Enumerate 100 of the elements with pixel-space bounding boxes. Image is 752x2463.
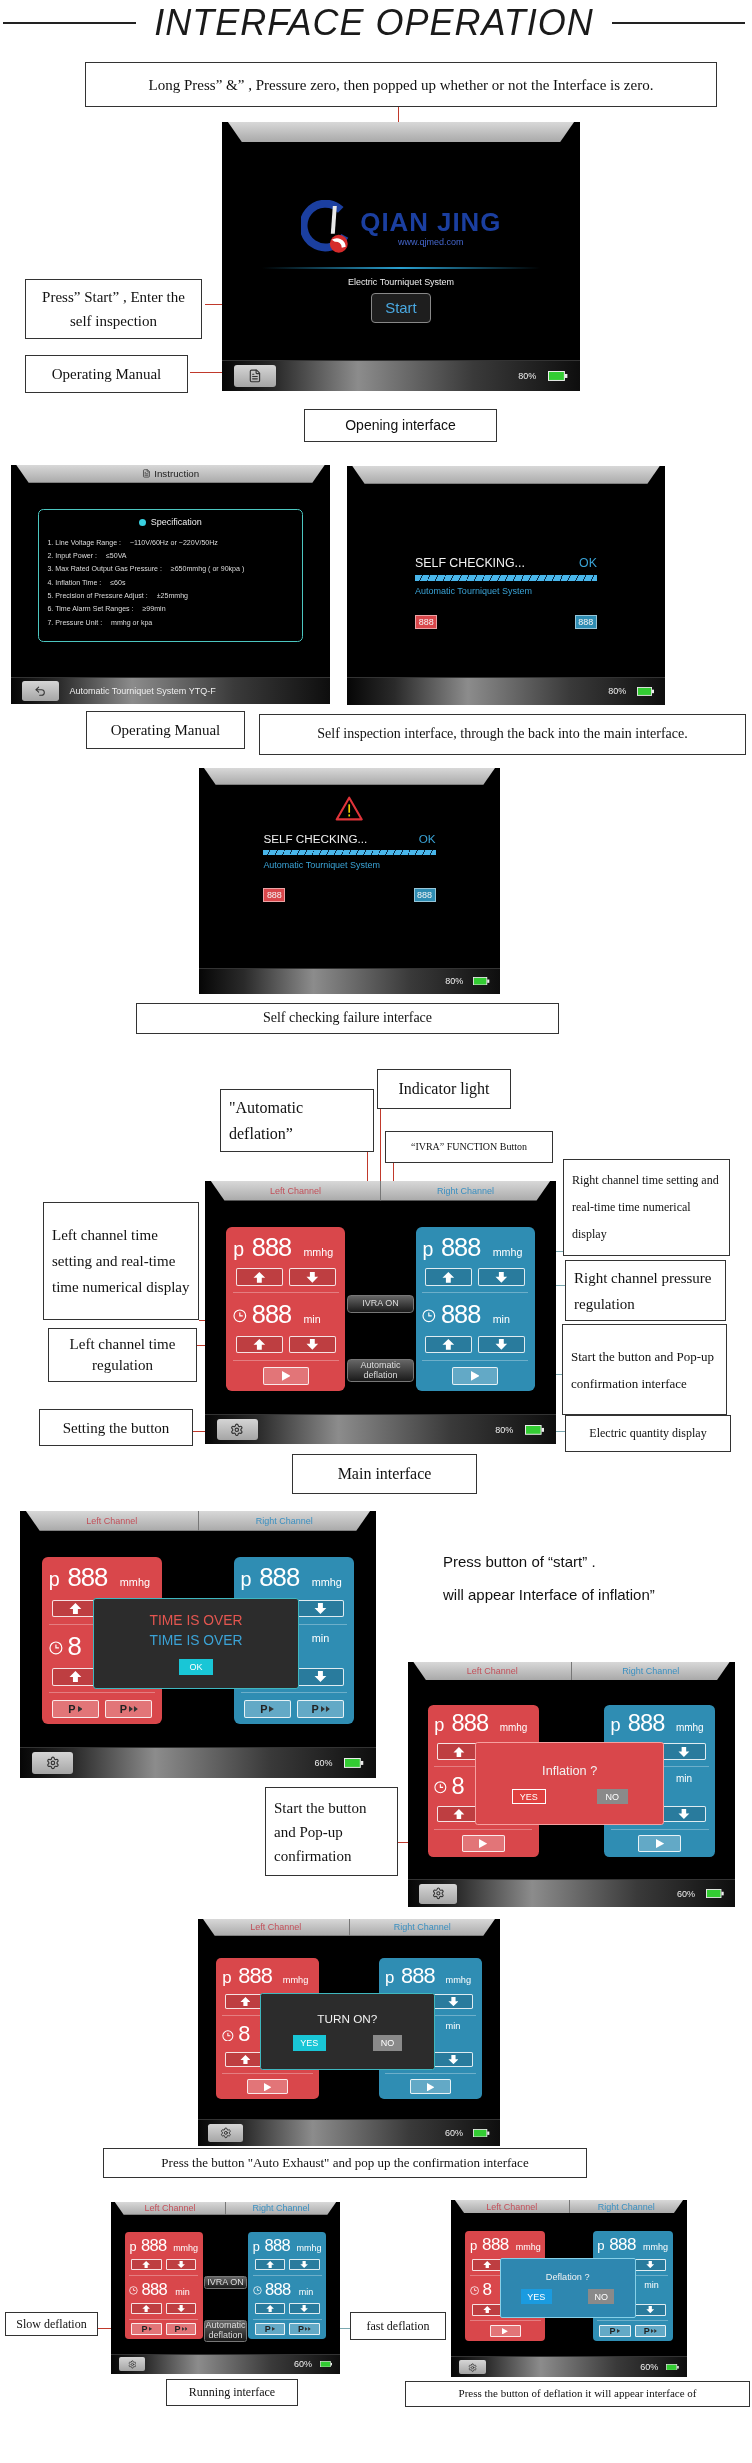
play-button[interactable] (410, 2079, 451, 2095)
fast-deflation-button[interactable]: P (165, 2323, 197, 2335)
start-button[interactable]: Start (371, 293, 431, 323)
battery-icon (473, 2128, 490, 2138)
callout-label: Press the button "Auto Exhaust" and pop up the confirmation interface (103, 2148, 587, 2178)
pressure-symbol: p (48, 1568, 61, 1592)
down-button[interactable] (296, 1667, 345, 1686)
fast-deflation-button[interactable]: P (634, 2325, 666, 2337)
callout-label: Self checking failure interface (136, 1003, 559, 1034)
dot-icon (139, 518, 147, 526)
warning-icon (335, 796, 364, 822)
up-arrow-icon (265, 2305, 275, 2313)
down-arrow-icon (314, 1671, 328, 1683)
fast-deflation-button[interactable]: P (105, 1699, 153, 1718)
pressure-symbol: p (434, 1715, 446, 1737)
down-arrow-icon (314, 1603, 328, 1614)
play-icon (426, 2082, 435, 2091)
pressure-unit: mmhg (445, 1975, 472, 1986)
down-button[interactable] (432, 1994, 474, 2010)
time-unit: min (303, 1312, 321, 1325)
note-text: will appear Interface of inflation” (443, 1586, 655, 1603)
pressure-value: 888 (67, 1563, 109, 1593)
note-text: Press button of “start” . (443, 1553, 596, 1570)
settings-button[interactable] (458, 2359, 487, 2375)
dialog-button[interactable]: NO (588, 2289, 615, 2305)
down-button[interactable] (296, 1599, 345, 1618)
up-arrow-icon (452, 1809, 465, 1820)
down-arrow-icon (300, 2261, 309, 2269)
fast-deflation-button[interactable]: P (289, 2323, 320, 2335)
time-unit: min (445, 2021, 461, 2032)
double-triangle-icon (305, 2327, 311, 2332)
pressure-symbol: p (422, 1237, 435, 1261)
pressure-symbol: p (233, 1237, 246, 1261)
down-arrow-icon (447, 2055, 459, 2065)
play-icon (281, 1371, 291, 1381)
battery-percent: 80% (445, 976, 464, 987)
triangle-icon (77, 1705, 83, 1712)
dialog-button[interactable]: YES (511, 1788, 547, 1805)
mode-button[interactable]: IVRA ON (203, 2276, 248, 2290)
callout-label: Slow deflation (5, 2312, 98, 2336)
time-value: 888 (141, 2279, 169, 2300)
slow-deflation-button[interactable]: P (599, 2325, 631, 2337)
slow-deflation-button[interactable]: P (243, 1699, 291, 1718)
battery-percent: 60% (314, 1758, 333, 1769)
channel-reading: 888 (413, 887, 436, 902)
pressure-value: 888 (609, 2234, 637, 2255)
up-arrow-icon (442, 1271, 456, 1283)
dialog-button[interactable]: NO (596, 1788, 628, 1805)
time-value: 888 (264, 2279, 292, 2300)
down-arrow-icon (495, 1271, 508, 1283)
pressure-symbol: p (222, 1968, 233, 1989)
manual-button[interactable] (233, 364, 276, 387)
result-text: OK (579, 556, 597, 571)
triangle-icon (269, 1705, 275, 1712)
dialog-button[interactable]: YES (521, 2289, 552, 2305)
status-text: SELF CHECKING... (415, 556, 525, 571)
battery-percent: 60% (640, 2362, 659, 2373)
dialog-button[interactable]: NO (373, 2035, 402, 2051)
play-button[interactable] (247, 2079, 288, 2095)
page-title: INTERFACE OPERATION (154, 2, 594, 44)
time-unit: min (175, 2286, 190, 2297)
triangle-icon (272, 2327, 276, 2332)
play-button[interactable] (489, 2325, 522, 2337)
screen-title: Instruction (154, 468, 200, 480)
document-icon (141, 469, 151, 479)
up-arrow-icon (142, 2305, 151, 2313)
pressure-value: 888 (259, 1563, 301, 1593)
mode-button[interactable]: Automatic deflation (203, 2319, 248, 2342)
callout-label: Right channel pressure regulation (565, 1260, 726, 1321)
down-arrow-icon (678, 1809, 691, 1820)
settings-button[interactable] (118, 2357, 146, 2372)
pressure-symbol: p (610, 1715, 622, 1737)
back-button[interactable] (21, 681, 59, 701)
play-button[interactable] (451, 1367, 499, 1385)
settings-button[interactable] (208, 2123, 244, 2143)
play-button[interactable] (637, 1835, 682, 1852)
document-icon (247, 368, 262, 383)
settings-button[interactable] (31, 1752, 74, 1775)
slow-deflation-button[interactable]: P (51, 1699, 100, 1718)
battery-percent: 60% (677, 1888, 696, 1899)
slow-deflation-button[interactable]: P (254, 2323, 286, 2335)
channel-label: Left Channel (86, 1515, 138, 1526)
channel-label: Left Channel (486, 2201, 538, 2212)
mode-button[interactable]: Automatic deflation (347, 1359, 414, 1383)
play-icon (502, 2327, 509, 2335)
callout-label: Running interface (166, 2379, 298, 2406)
play-button[interactable] (461, 1835, 506, 1852)
callout-label: Self inspection interface, through the back into the main interface. (259, 714, 746, 755)
clock-icon (434, 1781, 447, 1794)
slow-deflation-button[interactable]: P (131, 2323, 162, 2335)
settings-button[interactable] (418, 1883, 458, 1904)
play-button[interactable] (262, 1367, 310, 1385)
pressure-value: 888 (141, 2235, 168, 2256)
mode-button[interactable]: IVRA ON (347, 1295, 414, 1313)
time-unit: min (492, 1312, 510, 1325)
up-arrow-icon (68, 1671, 82, 1683)
fast-deflation-button[interactable]: P (296, 1699, 345, 1718)
pressure-symbol: p (597, 2237, 606, 2253)
pressure-unit: mmhg (515, 2241, 541, 2252)
settings-button[interactable] (216, 1418, 258, 1441)
